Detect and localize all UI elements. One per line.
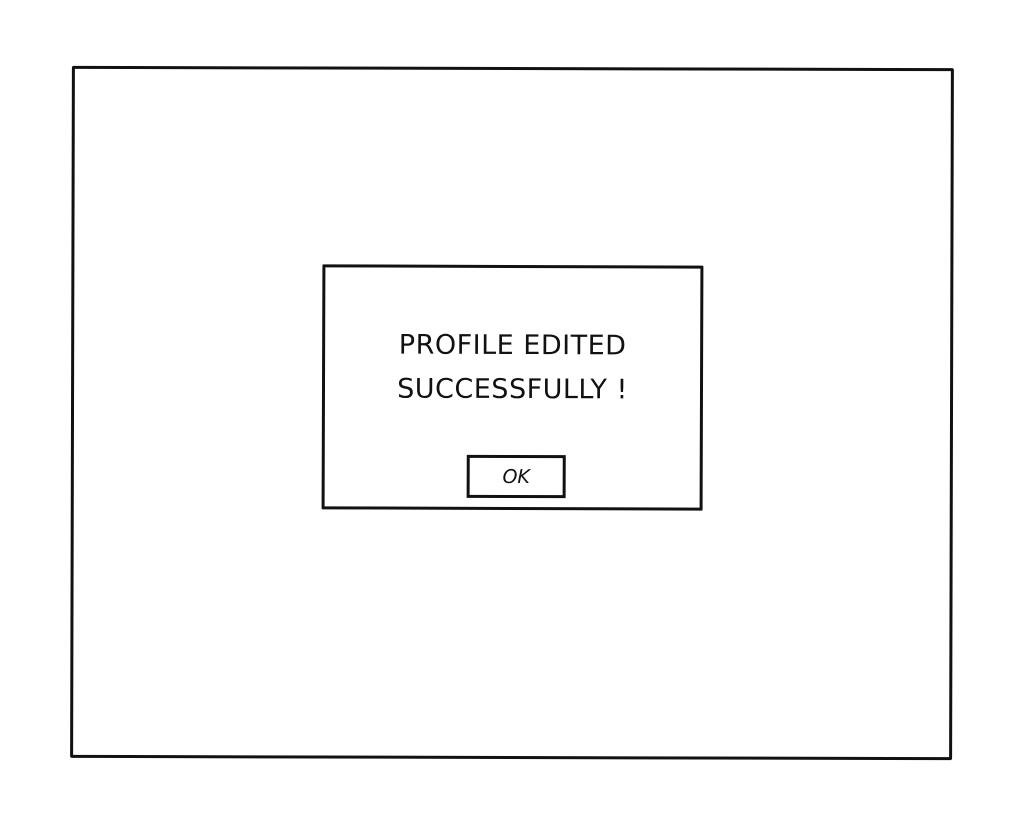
dialog-message: PROFILE EDITED SUCCESSFULLY ! — [325, 323, 700, 412]
dialog-message-line-2: SUCCESSFULLY ! — [397, 373, 628, 406]
dialog-message-line-1: PROFILE EDITED — [398, 329, 627, 362]
ok-button[interactable]: OK — [466, 454, 566, 499]
success-dialog: PROFILE EDITED SUCCESSFULLY ! OK — [321, 264, 704, 511]
